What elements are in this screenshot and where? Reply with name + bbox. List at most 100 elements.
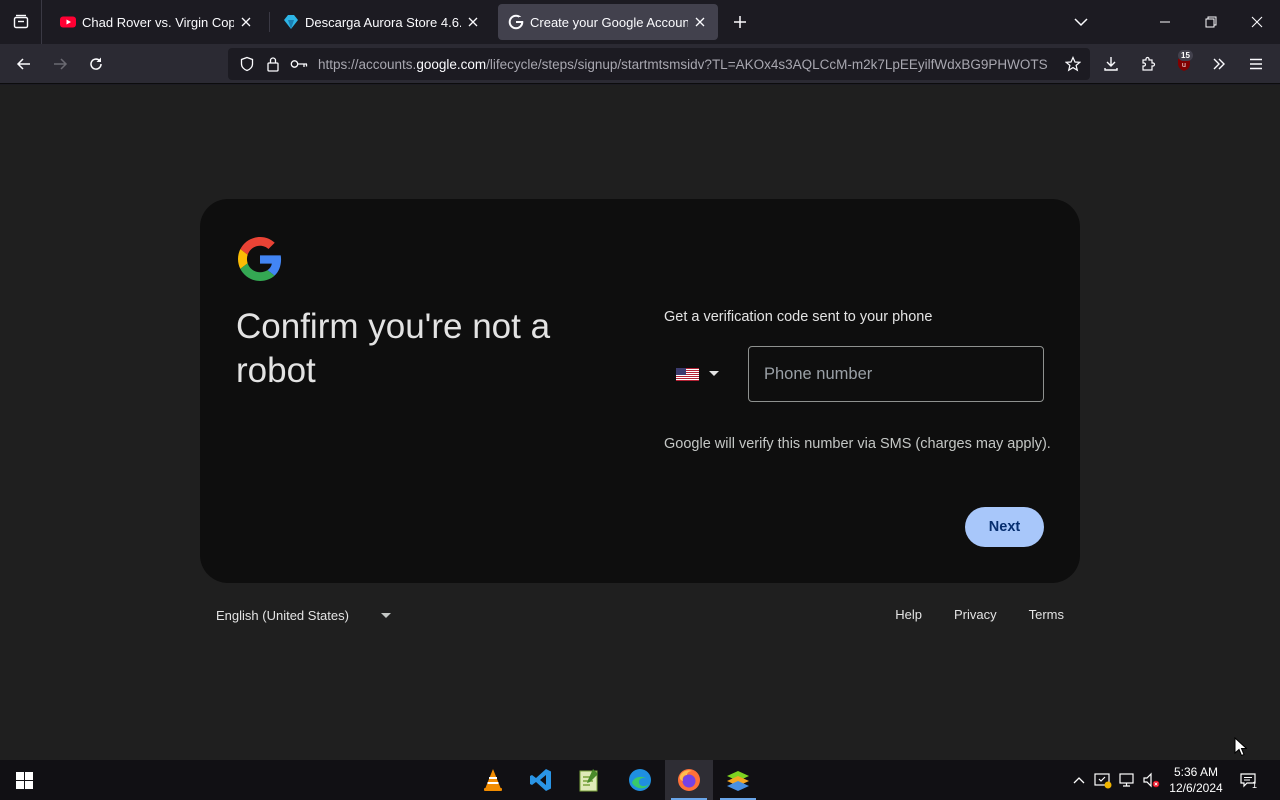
list-all-tabs-button[interactable] — [1058, 0, 1104, 44]
google-logo-icon — [238, 237, 282, 281]
tracking-protection-icon[interactable] — [234, 48, 260, 80]
taskbar-notepadpp[interactable] — [565, 760, 613, 800]
page-footer: English (United States) Help Privacy Ter… — [200, 603, 1080, 627]
page-title: Confirm you're not a robot — [236, 307, 551, 390]
volume-muted-icon — [1143, 772, 1160, 788]
clock-time: 5:36 AM — [1173, 765, 1219, 779]
edge-icon — [629, 769, 651, 791]
footer-links: Help Privacy Terms — [895, 607, 1064, 622]
tab-strip: Chad Rover vs. Virgin Copilot - Descarga… — [0, 0, 1280, 44]
minimize-button[interactable] — [1142, 0, 1188, 44]
arrow-left-icon — [16, 58, 30, 70]
lock-icon[interactable] — [260, 48, 286, 80]
sms-notice: Google will verify this number via SMS (… — [664, 436, 1051, 452]
chevron-down-icon — [1074, 18, 1088, 27]
phone-instruction: Get a verification code sent to your pho… — [664, 309, 933, 325]
action-center-button[interactable] — [1234, 760, 1262, 800]
download-icon — [1104, 57, 1118, 71]
clock-date: 12/6/2024 — [1169, 781, 1223, 795]
mouse-cursor-icon — [1234, 737, 1247, 757]
show-hidden-icons-button[interactable] — [1068, 760, 1090, 800]
caret-down-icon — [380, 613, 391, 618]
language-label: English (United States) — [216, 608, 349, 623]
extensions-button[interactable] — [1132, 48, 1164, 80]
url-prefix: https://accounts. — [318, 56, 417, 72]
back-button[interactable] — [8, 48, 40, 80]
minimize-icon — [1160, 21, 1170, 23]
taskbar-bluestacks[interactable] — [714, 760, 762, 800]
windows-logo-icon — [15, 771, 33, 789]
plus-icon — [734, 16, 746, 28]
notification-count: 1 — [1252, 780, 1258, 790]
caret-down-icon — [709, 371, 719, 376]
terms-link[interactable]: Terms — [1029, 607, 1064, 622]
forward-button[interactable] — [44, 48, 76, 80]
new-tab-button[interactable] — [728, 10, 752, 34]
google-icon — [508, 14, 524, 30]
restore-icon — [1205, 16, 1217, 28]
app-menu-button[interactable] — [1240, 48, 1272, 80]
system-clock[interactable]: 5:36 AM 12/6/2024 — [1164, 764, 1228, 796]
us-flag-icon — [676, 367, 699, 381]
uptodown-icon — [284, 15, 298, 29]
more-tools-button[interactable] — [1203, 48, 1235, 80]
notepadpp-icon — [579, 769, 598, 792]
double-chevron-right-icon — [1213, 58, 1225, 70]
tab-youtube[interactable]: Chad Rover vs. Virgin Copilot - — [50, 4, 264, 40]
tab-overview-button[interactable] — [0, 0, 42, 44]
tab-title: Create your Google Account — [530, 14, 688, 30]
signup-card: Confirm you're not a robot Get a verific… — [200, 199, 1080, 583]
tab-title: Descarga Aurora Store 4.6.2 para — [305, 14, 461, 30]
tray-volume[interactable] — [1140, 760, 1162, 800]
vlc-icon — [484, 769, 502, 791]
youtube-icon — [60, 16, 76, 28]
page-content: Confirm you're not a robot Get a verific… — [0, 85, 1280, 760]
close-tab-icon[interactable] — [238, 14, 254, 30]
url-host: google.com — [416, 56, 487, 72]
tab-aurora-store[interactable]: Descarga Aurora Store 4.6.2 para — [273, 4, 491, 40]
language-selector[interactable]: English (United States) — [216, 608, 391, 623]
reload-button[interactable] — [80, 48, 112, 80]
bookmark-star-icon[interactable] — [1060, 48, 1086, 80]
close-window-button[interactable] — [1234, 0, 1280, 44]
close-tab-icon[interactable] — [465, 14, 481, 30]
navigation-toolbar: https://accounts.google.com/lifecycle/st… — [0, 44, 1280, 84]
vscode-icon — [530, 769, 551, 791]
tab-separator — [269, 12, 270, 32]
privacy-link[interactable]: Privacy — [954, 607, 997, 622]
bluestacks-icon — [727, 771, 749, 791]
extension-badge: 15 — [1178, 50, 1193, 61]
network-icon — [1119, 773, 1134, 787]
next-button[interactable]: Next — [965, 507, 1044, 547]
hamburger-menu-icon — [1250, 58, 1262, 70]
windows-taskbar: 5:36 AM 12/6/2024 1 — [0, 760, 1280, 800]
svg-text:u: u — [1182, 62, 1186, 69]
restore-button[interactable] — [1188, 0, 1234, 44]
help-link[interactable]: Help — [895, 607, 922, 622]
address-bar[interactable]: https://accounts.google.com/lifecycle/st… — [228, 48, 1090, 80]
start-button[interactable] — [0, 760, 48, 800]
tab-google-account[interactable]: Create your Google Account — [498, 4, 718, 40]
tray-security[interactable] — [1092, 760, 1114, 800]
close-icon — [1251, 16, 1263, 28]
chevron-up-icon — [1073, 777, 1085, 784]
tab-title: Chad Rover vs. Virgin Copilot - — [82, 14, 234, 30]
country-selector[interactable] — [676, 359, 736, 389]
taskbar-firefox[interactable] — [665, 760, 713, 800]
taskbar-edge[interactable] — [616, 760, 664, 800]
url-text[interactable]: https://accounts.google.com/lifecycle/st… — [312, 57, 1060, 72]
downloads-button[interactable] — [1095, 48, 1127, 80]
reload-icon — [90, 57, 102, 70]
taskbar-vlc[interactable] — [469, 760, 517, 800]
security-warning-icon — [1094, 773, 1112, 789]
tray-network[interactable] — [1116, 760, 1138, 800]
close-tab-icon[interactable] — [692, 14, 708, 30]
firefox-icon — [678, 769, 700, 791]
arrow-right-icon — [54, 58, 68, 70]
phone-number-input[interactable] — [748, 346, 1044, 402]
puzzle-icon — [1142, 56, 1156, 71]
key-icon[interactable] — [286, 48, 312, 80]
taskbar-vscode[interactable] — [517, 760, 565, 800]
tab-list-icon — [13, 14, 28, 29]
url-path: /lifecycle/steps/signup/startmtsmsidv?TL… — [486, 56, 1048, 72]
